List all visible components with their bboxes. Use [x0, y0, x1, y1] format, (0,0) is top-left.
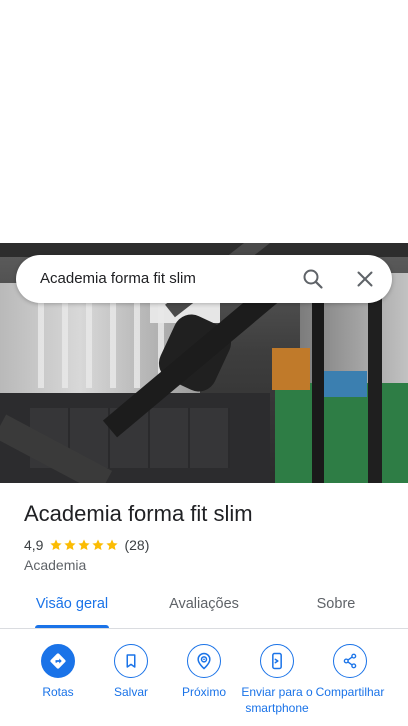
action-bar: Rotas Salvar Próximo Enviar para o smart…	[0, 640, 408, 726]
tab-reviews[interactable]: Avaliações	[156, 588, 252, 628]
star-icon	[92, 539, 105, 551]
search-bar[interactable]: Academia forma fit slim	[16, 255, 392, 303]
search-query[interactable]: Academia forma fit slim	[40, 255, 196, 303]
share-icon	[333, 644, 367, 678]
place-category: Academia	[24, 557, 87, 573]
send-to-phone-icon	[260, 644, 294, 678]
search-icon[interactable]	[301, 267, 325, 291]
directions-icon	[41, 644, 75, 678]
rating-value: 4,9	[24, 537, 44, 553]
star-icon	[64, 539, 77, 551]
send-to-phone-label: Enviar para o smartphone	[241, 685, 313, 715]
photo-pillar	[368, 283, 382, 483]
nearby-button[interactable]: Próximo	[166, 640, 242, 700]
photo-box	[272, 348, 310, 390]
directions-button[interactable]: Rotas	[20, 640, 96, 700]
star-icon	[106, 539, 119, 551]
bookmark-icon	[114, 644, 148, 678]
photo-step	[322, 371, 367, 397]
directions-label: Rotas	[42, 685, 74, 699]
rating-stars	[49, 538, 119, 552]
share-button[interactable]: Compartilhar	[312, 640, 388, 700]
save-button[interactable]: Salvar	[93, 640, 169, 700]
tab-overview[interactable]: Visão geral	[24, 588, 120, 628]
tab-about[interactable]: Sobre	[288, 588, 384, 628]
photo-pillar	[312, 303, 324, 483]
tab-bar: Visão geral Avaliações Sobre	[0, 588, 408, 629]
share-label: Compartilhar	[315, 685, 385, 699]
review-count[interactable]: (28)	[124, 537, 149, 553]
rating-row[interactable]: 4,9 (28)	[24, 535, 149, 555]
star-icon	[50, 539, 63, 551]
send-to-phone-button[interactable]: Enviar para o smartphone	[239, 640, 315, 716]
star-icon	[78, 539, 91, 551]
photo-turf	[275, 383, 408, 483]
photo-equipment-rack	[20, 293, 170, 388]
map-area-blank	[0, 0, 408, 243]
save-label: Salvar	[113, 685, 148, 699]
place-title: Academia forma fit slim	[24, 501, 253, 526]
active-tab-indicator	[35, 625, 109, 628]
close-icon[interactable]	[353, 267, 377, 291]
nearby-label: Próximo	[181, 685, 226, 699]
nearby-icon	[187, 644, 221, 678]
